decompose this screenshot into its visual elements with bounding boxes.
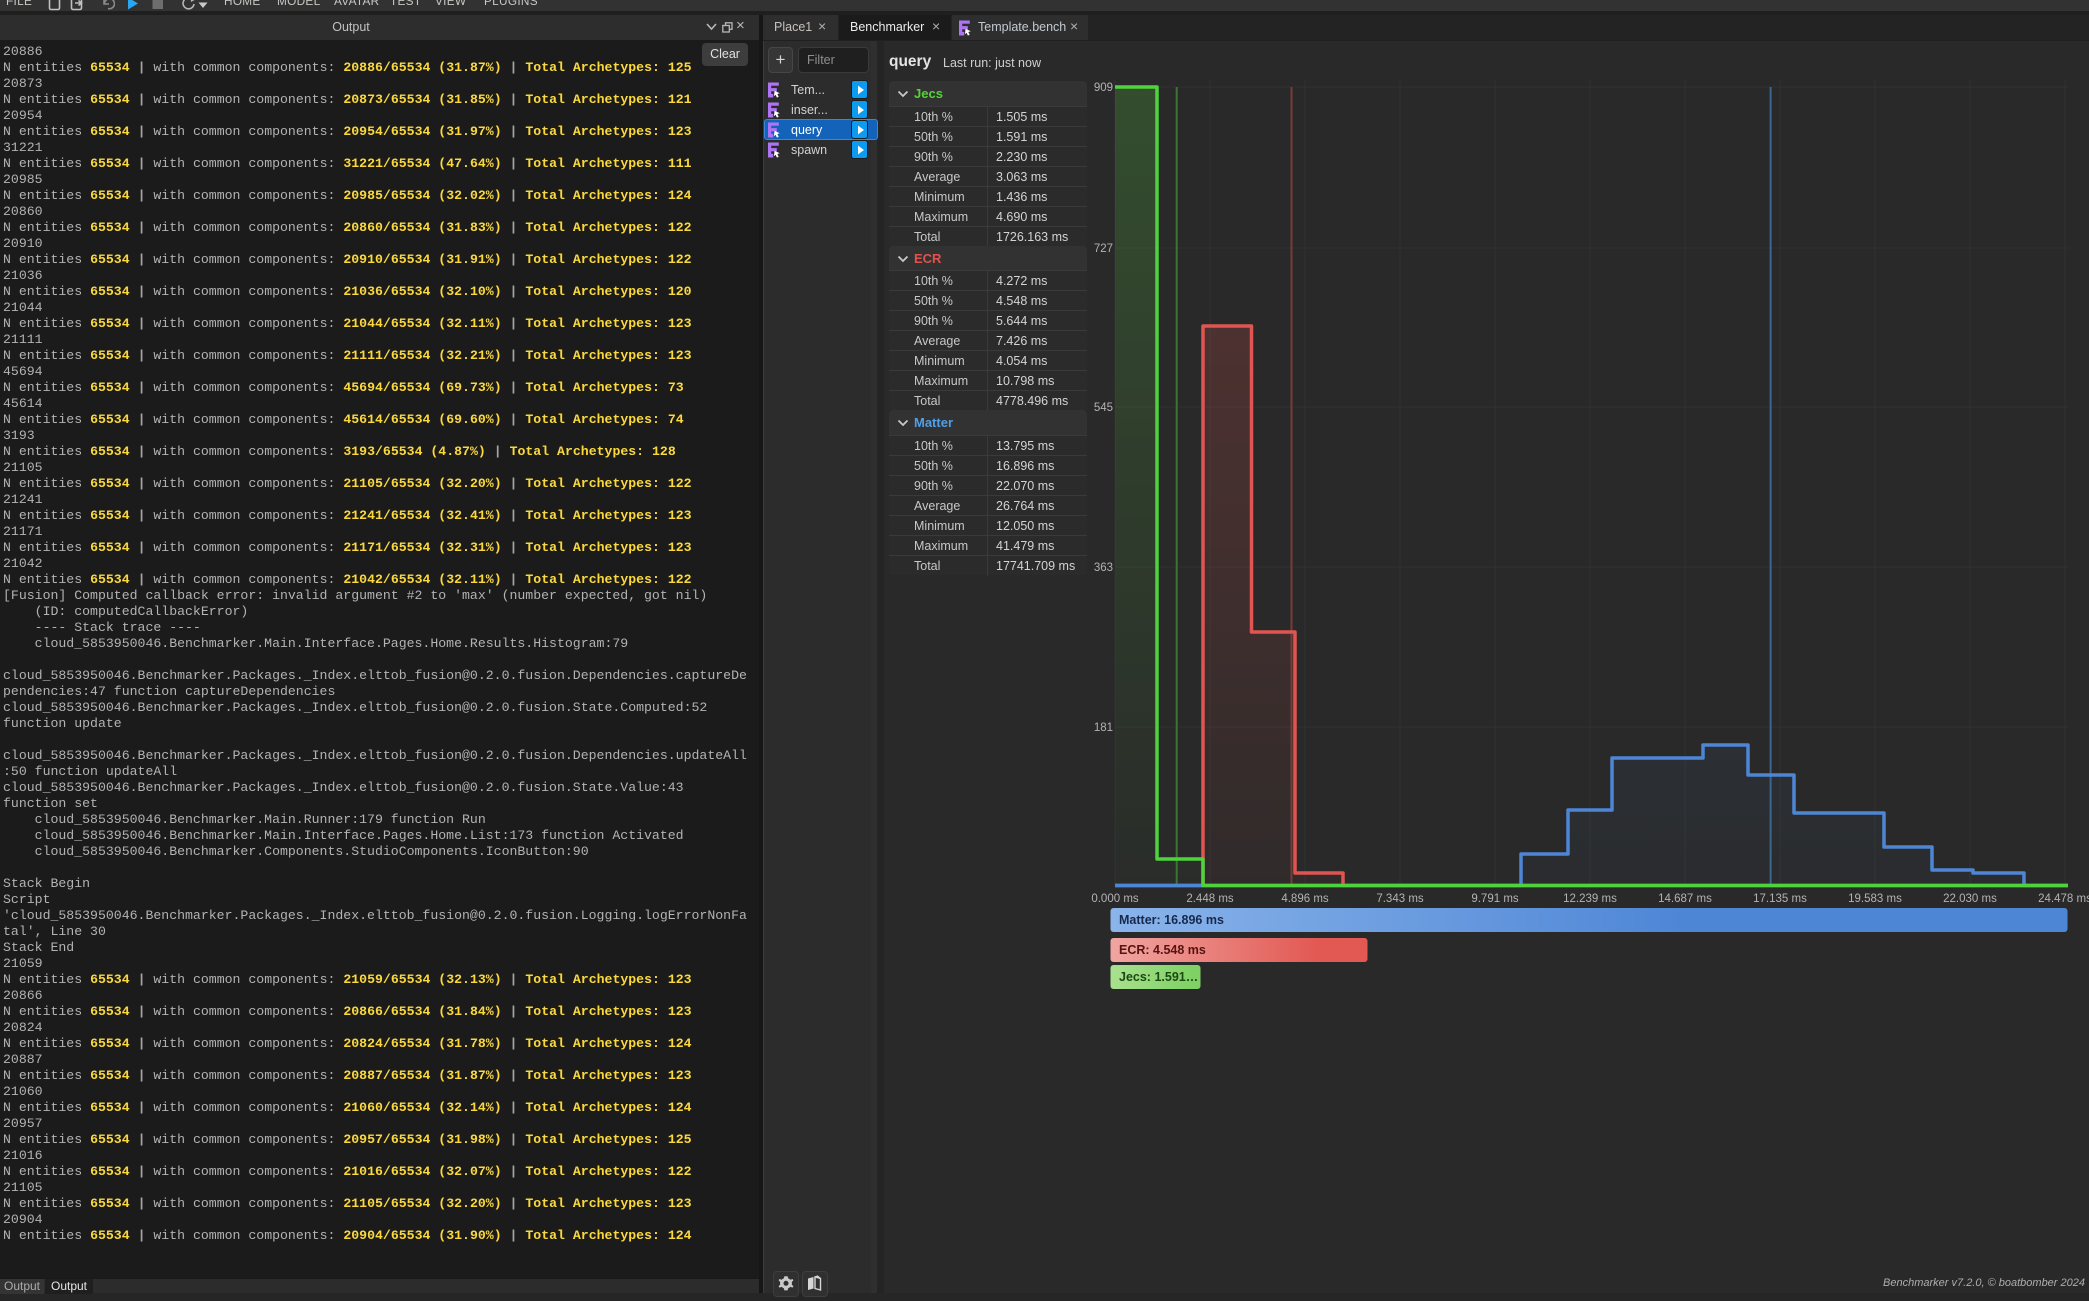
svg-text:0.000 ms: 0.000 ms [1091, 893, 1139, 905]
svg-text:19.583 ms: 19.583 ms [1848, 893, 1902, 905]
svg-text:Jecs: 1.591…: Jecs: 1.591… [1119, 970, 1198, 984]
svg-text:909: 909 [1094, 82, 1113, 94]
svg-text:9.791 ms: 9.791 ms [1471, 893, 1519, 905]
svg-text:7.343 ms: 7.343 ms [1376, 893, 1424, 905]
svg-text:14.687 ms: 14.687 ms [1658, 893, 1712, 905]
svg-text:727: 727 [1094, 243, 1113, 255]
svg-text:363: 363 [1094, 562, 1113, 574]
svg-text:22.030 ms: 22.030 ms [1943, 893, 1997, 905]
svg-text:181: 181 [1094, 722, 1113, 734]
svg-text:Matter: 16.896 ms: Matter: 16.896 ms [1119, 913, 1224, 927]
svg-text:24.478 ms: 24.478 ms [2038, 893, 2089, 905]
svg-text:545: 545 [1094, 402, 1113, 414]
svg-text:17.135 ms: 17.135 ms [1753, 893, 1807, 905]
svg-text:2.448 ms: 2.448 ms [1186, 893, 1234, 905]
svg-text:ECR: 4.548 ms: ECR: 4.548 ms [1119, 943, 1206, 957]
svg-text:4.896 ms: 4.896 ms [1281, 893, 1329, 905]
svg-text:12.239 ms: 12.239 ms [1563, 893, 1617, 905]
